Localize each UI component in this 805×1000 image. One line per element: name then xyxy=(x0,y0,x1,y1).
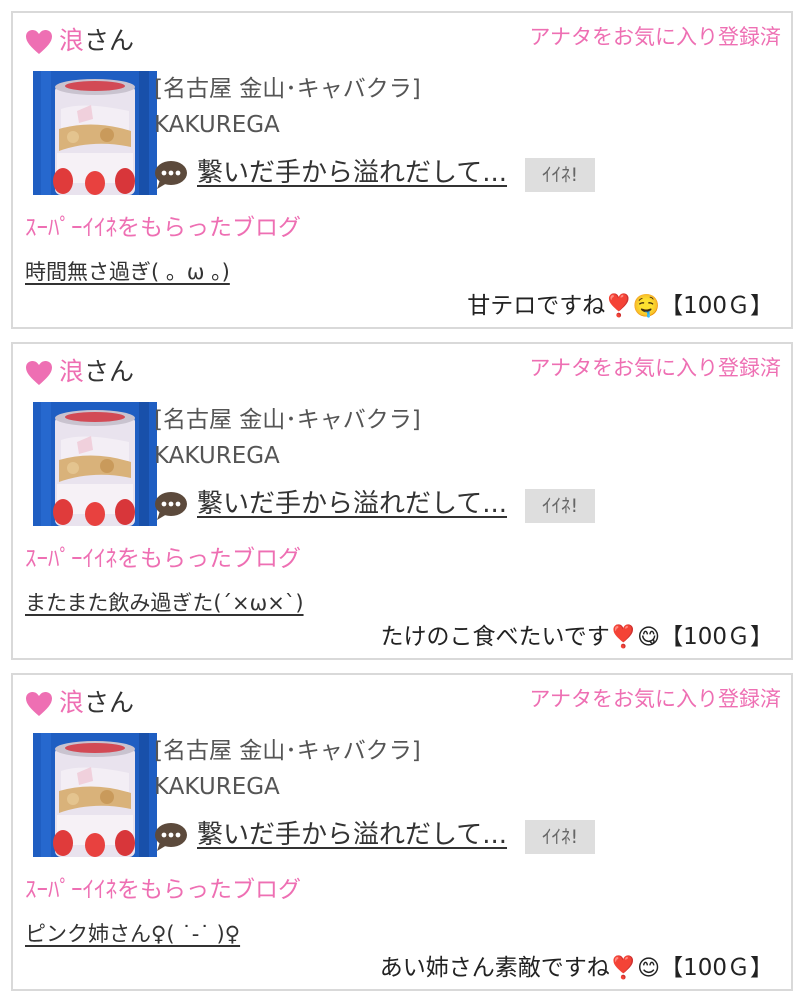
comment-text: あい姉さん素敵ですね xyxy=(379,955,610,981)
comment-emoji: ❣️🤤 xyxy=(605,294,661,319)
notification-card: 浪さん アナタをお気に入り登録済 [名古屋 金山･キャバクラ] KAKUREGA 繋いだ… xyxy=(11,11,793,329)
post-title-link[interactable]: 時間無さ過ぎ( 。ω 。) xyxy=(25,256,230,288)
comment-emoji: ❣️😊 xyxy=(609,956,661,981)
super-iine-label: ｽｰﾊﾟｰｲｲﾈをもらったブログ xyxy=(25,877,301,903)
user-name[interactable]: 浪 xyxy=(59,688,84,717)
blog-thumbnail[interactable] xyxy=(33,733,157,857)
points-value: 【100Ｇ】 xyxy=(660,293,773,319)
notification-card: 浪さん アナタをお気に入り登録済 [名古屋 金山･キャバクラ] KAKUREGA 繋いだ… xyxy=(11,673,793,991)
comment: あい姉さん素敵ですね❣️😊【100Ｇ】 xyxy=(380,951,773,986)
blog-title-link[interactable]: 繋いだ手から溢れだして... xyxy=(197,486,507,522)
comment: 甘テロですね❣️🤤【100Ｇ】 xyxy=(467,289,773,324)
favorite-status: アナタをお気に入り登録済 xyxy=(529,356,781,380)
user-name[interactable]: 浪 xyxy=(59,26,84,55)
shop-area: [名古屋 金山･キャバクラ] xyxy=(154,738,421,764)
notification-card: 浪さん アナタをお気に入り登録済 [名古屋 金山･キャバクラ] KAKUREGA 繋いだ… xyxy=(11,342,793,660)
iine-button[interactable]: ｲｲﾈ! xyxy=(525,489,595,523)
speech-bubble-icon xyxy=(155,161,187,189)
speech-bubble-icon xyxy=(155,492,187,520)
points-value: 【100Ｇ】 xyxy=(660,624,773,650)
post-title-link[interactable]: またまた飲み過ぎた(´×ω×`) xyxy=(25,587,304,619)
comment-text: たけのこ食べたいです xyxy=(380,624,610,650)
shop-name[interactable]: KAKUREGA xyxy=(154,109,280,141)
points-value: 【100Ｇ】 xyxy=(660,955,773,981)
dessert-cup-image xyxy=(33,402,157,526)
blog-thumbnail[interactable] xyxy=(33,71,157,195)
sender-name[interactable]: 浪さん xyxy=(59,354,134,390)
iine-button[interactable]: ｲｲﾈ! xyxy=(525,158,595,192)
super-iine-label: ｽｰﾊﾟｰｲｲﾈをもらったブログ xyxy=(25,546,301,572)
comment: たけのこ食べたいです❣️😋【100Ｇ】 xyxy=(380,620,773,655)
shop-name[interactable]: KAKUREGA xyxy=(154,440,280,472)
comment-text: 甘テロですね xyxy=(467,293,606,319)
post-title-link[interactable]: ピンク姉さん♀( ˙-˙ )♀ xyxy=(25,918,240,950)
user-name-suffix: さん xyxy=(84,26,135,55)
heart-icon xyxy=(26,30,52,54)
dessert-cup-image xyxy=(33,733,157,857)
sender-name[interactable]: 浪さん xyxy=(59,23,134,59)
user-name-suffix: さん xyxy=(84,688,135,717)
shop-area: [名古屋 金山･キャバクラ] xyxy=(154,76,421,102)
shop-area: [名古屋 金山･キャバクラ] xyxy=(154,407,421,433)
heart-icon xyxy=(26,361,52,385)
user-name[interactable]: 浪 xyxy=(59,357,84,386)
dessert-cup-image xyxy=(33,71,157,195)
speech-bubble-icon xyxy=(155,823,187,851)
blog-title-link[interactable]: 繋いだ手から溢れだして... xyxy=(197,155,507,191)
blog-thumbnail[interactable] xyxy=(33,402,157,526)
iine-button[interactable]: ｲｲﾈ! xyxy=(525,820,595,854)
favorite-status: アナタをお気に入り登録済 xyxy=(529,687,781,711)
heart-icon xyxy=(26,692,52,716)
shop-name[interactable]: KAKUREGA xyxy=(154,771,280,803)
super-iine-label: ｽｰﾊﾟｰｲｲﾈをもらったブログ xyxy=(25,215,301,241)
comment-emoji: ❣️😋 xyxy=(609,625,661,650)
user-name-suffix: さん xyxy=(84,357,135,386)
favorite-status: アナタをお気に入り登録済 xyxy=(529,25,781,49)
sender-name[interactable]: 浪さん xyxy=(59,685,134,721)
blog-title-link[interactable]: 繋いだ手から溢れだして... xyxy=(197,817,507,853)
